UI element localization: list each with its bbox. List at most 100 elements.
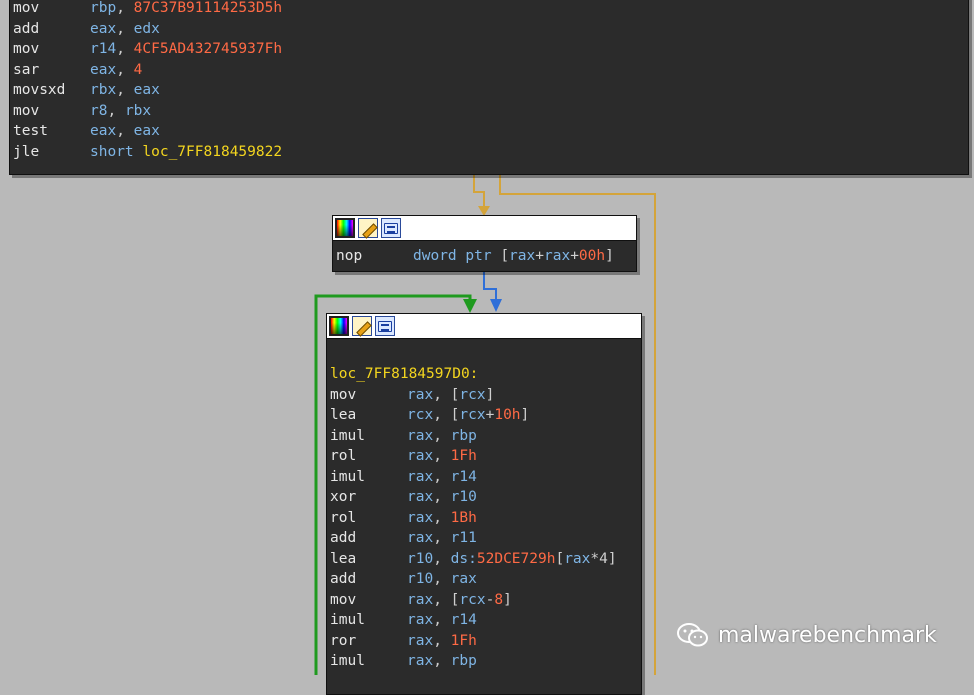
operand: rcx — [459, 386, 486, 403]
instruction-line[interactable]: rol rax, 1Bh — [330, 508, 641, 529]
punctuation: , — [433, 427, 451, 444]
instruction-line[interactable]: mov rax, [rcx-8] — [330, 590, 641, 611]
edge-nop-to-loop — [483, 271, 497, 306]
instruction-line[interactable]: add r10, rax — [330, 569, 641, 590]
instruction-line[interactable]: imul rax, r14 — [330, 467, 641, 488]
operand: rax — [407, 427, 434, 444]
operand: rax — [407, 448, 434, 464]
operand: r11 — [450, 530, 477, 546]
operand: rbx — [124, 102, 152, 119]
mnemonic: nop — [336, 248, 363, 264]
code-block-loop[interactable]: loc_7FF8184597D0: mov rax, [rcx] lea rcx, [… — [326, 313, 642, 695]
punctuation: *4] — [590, 550, 617, 567]
punctuation: , — [433, 632, 451, 649]
instruction-line[interactable]: imul rax, rbp — [330, 426, 641, 447]
operand: rbp — [450, 427, 477, 444]
immediate: 00h — [578, 248, 606, 264]
operand: rax — [564, 550, 591, 567]
label-ref[interactable]: loc_7FF818459822 — [142, 144, 282, 160]
punctuation: [ — [500, 248, 510, 264]
instruction-line[interactable]: add eax, edx — [13, 19, 968, 40]
punctuation: [ — [555, 550, 565, 567]
operand: eax — [90, 61, 117, 78]
instruction-line[interactable]: add rax, r11 — [330, 528, 641, 549]
operand: rcx — [459, 591, 486, 608]
punctuation: , — [433, 571, 451, 587]
instruction-line[interactable]: lea r10, ds:52DCE729h[rax*4] — [330, 549, 641, 570]
operand: rbp — [450, 653, 477, 669]
block-code: loc_7FF8184597D0: mov rax, [rcx] lea rcx, [… — [327, 339, 641, 672]
mnemonic: xor — [330, 489, 357, 505]
mnemonic: mov — [13, 41, 40, 57]
instruction-line[interactable]: mov rbp, 87C37B91114253D5h — [13, 0, 968, 19]
operand: rax — [407, 468, 434, 485]
operand: rax — [407, 632, 434, 649]
instruction-line[interactable]: mov r8, rbx — [13, 101, 968, 122]
immediate: 10h — [494, 407, 521, 423]
mnemonic: ror — [330, 632, 357, 649]
block-header — [333, 216, 636, 241]
watermark-text: malwarebenchmark — [718, 622, 937, 648]
edge-arrowhead — [463, 299, 477, 313]
instruction-line[interactable]: sar eax, 4 — [13, 60, 968, 81]
operand: rax — [407, 653, 434, 669]
punctuation: , — [116, 0, 134, 16]
operand: rax — [407, 509, 434, 526]
instruction-line[interactable]: rol rax, 1Fh — [330, 446, 641, 467]
edge-arrowhead — [490, 299, 502, 312]
graph-overview-icon[interactable] — [375, 316, 395, 336]
punctuation: + — [570, 248, 579, 264]
operand: rcx — [407, 407, 434, 423]
punctuation: , — [433, 386, 451, 403]
operand: dword ptr — [413, 248, 501, 264]
operand: ds: — [450, 550, 477, 567]
mnemonic: imul — [330, 427, 365, 444]
instruction-line[interactable]: lea rcx, [rcx+10h] — [330, 405, 641, 426]
instruction-line[interactable]: jle short loc_7FF818459822 — [13, 142, 968, 163]
operand: short — [90, 143, 143, 160]
operand: rax — [407, 591, 434, 608]
rename-icon[interactable] — [358, 218, 378, 238]
rename-icon[interactable] — [352, 316, 372, 336]
instruction-line[interactable]: nop dword ptr [rax+rax+00h] — [336, 246, 636, 267]
mnemonic: rol — [330, 509, 357, 526]
operand: rbx — [90, 82, 117, 98]
code-block-top[interactable]: mov rbp, 87C37B91114253D5h add eax, edx mov r… — [9, 0, 969, 175]
operand: eax — [90, 123, 117, 139]
instruction-line[interactable]: imul rax, rbp — [330, 651, 641, 672]
instruction-line[interactable]: mov r14, 4CF5AD432745937Fh — [13, 39, 968, 60]
instruction-line[interactable]: ror rax, 1Fh — [330, 631, 641, 652]
edge-false-branch-to-nop — [473, 174, 485, 208]
mnemonic: mov — [330, 591, 357, 608]
graph-overview-icon[interactable] — [381, 218, 401, 238]
instruction-line[interactable]: imul rax, r14 — [330, 610, 641, 631]
punctuation: , — [433, 468, 451, 485]
punctuation: , — [116, 41, 134, 57]
instruction-line[interactable]: mov rax, [rcx] — [330, 385, 641, 406]
punctuation: , — [433, 407, 451, 423]
immediate: 1Bh — [450, 509, 477, 526]
loc-label[interactable]: loc_7FF8184597D0: — [330, 364, 641, 385]
punctuation: , — [433, 612, 451, 628]
instruction-line[interactable]: test eax, eax — [13, 121, 968, 142]
operand: rax — [543, 248, 571, 264]
color-picker-icon[interactable] — [329, 316, 349, 336]
immediate: 4 — [133, 61, 143, 78]
operand: eax — [133, 123, 160, 139]
mnemonic: mov — [13, 0, 40, 16]
punctuation: , — [433, 530, 451, 546]
code-block-nop[interactable]: nop dword ptr [rax+rax+00h] — [332, 215, 637, 272]
operand: eax — [90, 20, 117, 37]
operand: rax — [407, 489, 434, 505]
mnemonic: rol — [330, 448, 357, 464]
punctuation: ] — [520, 407, 530, 423]
operand: eax — [133, 82, 160, 98]
mnemonic: test — [13, 123, 48, 139]
color-picker-icon[interactable] — [335, 218, 355, 238]
instruction-line[interactable]: xor rax, r10 — [330, 487, 641, 508]
operand: rax — [450, 571, 477, 587]
mnemonic: add — [330, 571, 357, 587]
punctuation: , — [116, 123, 134, 139]
instruction-line[interactable]: movsxd rbx, eax — [13, 80, 968, 101]
block-header — [327, 314, 641, 339]
